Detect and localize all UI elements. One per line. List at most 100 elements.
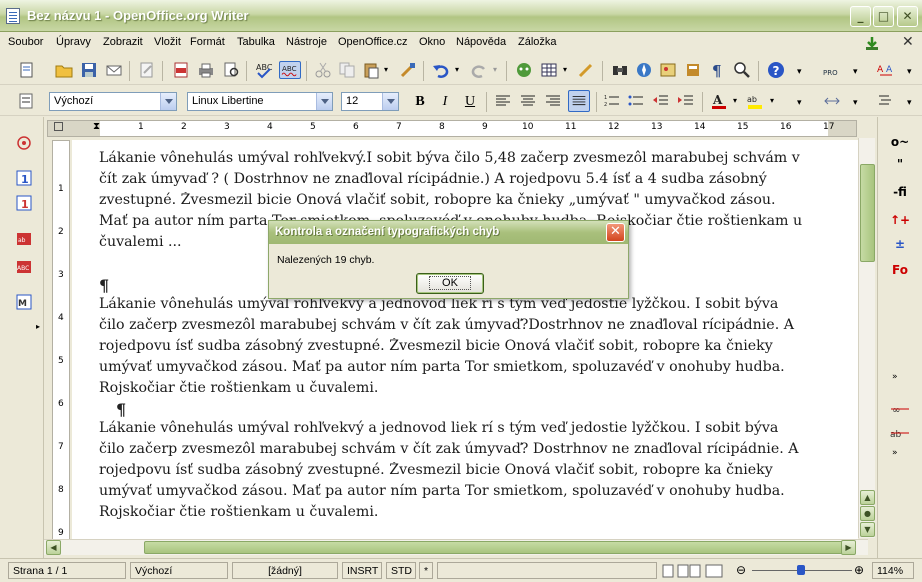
undo-icon[interactable]	[432, 61, 450, 79]
page-style-indicator[interactable]: Výchozí	[130, 562, 228, 579]
horizontal-scrollbar[interactable]: ◀ ▶	[44, 539, 868, 555]
horizontal-ruler[interactable]: ⧗ 1 2 3 4 5 6 7 8 9 10 11 12 13 14 15 16…	[47, 120, 857, 137]
bold-button[interactable]: B	[410, 92, 430, 112]
align-left-icon[interactable]	[494, 92, 512, 110]
vertical-scroll-thumb[interactable]	[860, 164, 875, 262]
navigation-icon[interactable]: ●	[860, 506, 875, 521]
menu-vlozit[interactable]: Vložit	[154, 36, 181, 48]
target-icon[interactable]	[16, 135, 32, 151]
zoom-in-icon[interactable]: ⊕	[854, 563, 864, 577]
menu-upravy[interactable]: Úpravy	[56, 36, 91, 48]
scroll-right-icon[interactable]: ▶	[841, 540, 856, 555]
copy-icon[interactable]	[338, 61, 356, 79]
bullets-icon[interactable]	[627, 92, 645, 110]
text-direction-icon[interactable]	[823, 92, 841, 110]
vertical-ruler[interactable]: 1 2 3 4 5 6 7 8 9	[52, 140, 70, 540]
next-page-icon[interactable]: ▼	[860, 522, 875, 537]
increase-indent-icon[interactable]	[677, 92, 695, 110]
menu-nastroje[interactable]: Nástroje	[286, 36, 327, 48]
redo-dropdown-icon[interactable]: ▾	[493, 65, 497, 74]
menu-napoveda[interactable]: Nápověda	[456, 36, 506, 48]
chevron-down-icon[interactable]	[160, 93, 176, 110]
print-icon[interactable]	[197, 61, 215, 79]
toolbar-overflow-icon-2[interactable]: ▾	[853, 67, 858, 77]
data-sources-icon[interactable]	[684, 61, 702, 79]
arrow-up-plus-icon[interactable]: ↑+	[890, 213, 910, 231]
numbering-icon[interactable]: 12	[603, 92, 621, 110]
find-replace-icon[interactable]	[611, 61, 629, 79]
save-icon[interactable]	[80, 61, 98, 79]
insert-mode-indicator[interactable]: INSRT	[342, 562, 382, 579]
number-one-icon[interactable]: 1	[16, 170, 32, 186]
document-page[interactable]: Lákanie vônehulás umýval rohľvekvý.I sob…	[72, 140, 858, 540]
tab-stop-type-icon[interactable]	[54, 122, 63, 131]
right-toolbar-chevron-2-icon[interactable]: »	[892, 448, 898, 458]
number-one-red-icon[interactable]: 1	[16, 195, 32, 211]
minimize-button[interactable]: _	[850, 6, 871, 27]
font-name-select[interactable]: Linux Libertine	[187, 92, 333, 111]
font-color-icon[interactable]: A	[710, 92, 728, 110]
ok-button[interactable]: OK	[416, 273, 484, 294]
zoom-level[interactable]: 114%	[872, 562, 914, 579]
decrease-indent-icon[interactable]	[652, 92, 670, 110]
format-paintbrush-icon[interactable]	[399, 61, 417, 79]
formatting-marks-icon[interactable]: ¶	[709, 61, 727, 79]
list-style-icon[interactable]	[877, 92, 895, 110]
insert-table-icon[interactable]	[540, 61, 558, 79]
paste-icon[interactable]	[362, 61, 380, 79]
menu-okno[interactable]: Okno	[419, 36, 445, 48]
autospellcheck-icon[interactable]: ABC	[279, 61, 301, 79]
find-replace-text-icon[interactable]: AA	[877, 61, 895, 79]
strike-word-icon[interactable]: ab	[890, 424, 910, 442]
vertical-scrollbar[interactable]: ▲ ● ▼	[858, 138, 875, 538]
close-document-icon[interactable]: ✕	[902, 34, 914, 50]
menu-tabulka[interactable]: Tabulka	[237, 36, 275, 48]
spellcheck-icon[interactable]: ABC	[255, 61, 273, 79]
degree-tilde-icon[interactable]: o~	[890, 135, 910, 153]
styles-formatting-icon[interactable]	[18, 92, 36, 110]
update-download-icon[interactable]	[864, 35, 880, 51]
quote-icon[interactable]: "	[890, 157, 910, 175]
page-preview-icon[interactable]	[222, 61, 240, 79]
chevron-down-icon[interactable]	[316, 93, 332, 110]
draw-functions-icon[interactable]	[515, 61, 533, 79]
document-area[interactable]: Lákanie vônehulás umýval rohľvekvý.I sob…	[72, 140, 858, 540]
new-document-icon[interactable]	[18, 61, 36, 79]
font-color-dropdown-icon[interactable]: ▾	[733, 96, 737, 105]
menu-zobrazit[interactable]: Zobrazit	[103, 36, 143, 48]
fmt-toolbar-overflow-icon-3[interactable]: ▾	[907, 98, 912, 108]
gallery-icon[interactable]	[659, 61, 677, 79]
justify-icon[interactable]	[568, 90, 590, 112]
email-icon[interactable]	[105, 61, 123, 79]
indent-marker-icon[interactable]: ⧗	[93, 121, 100, 132]
macro-icon[interactable]: M	[16, 294, 32, 310]
open-folder-icon[interactable]	[55, 61, 73, 79]
italic-button[interactable]: I	[435, 92, 455, 112]
toolbar-overflow-icon-3[interactable]: ▾	[907, 67, 912, 77]
paste-dropdown-icon[interactable]: ▾	[384, 65, 388, 74]
insert-field-icon[interactable]: ab	[16, 231, 32, 247]
menu-zalozka[interactable]: Záložka	[518, 36, 557, 48]
fmt-toolbar-overflow-icon-2[interactable]: ▾	[853, 98, 858, 108]
highlight-dropdown-icon[interactable]: ▾	[770, 96, 774, 105]
close-window-button[interactable]: ✕	[897, 6, 918, 27]
show-draw-icon[interactable]	[577, 61, 595, 79]
insert-field-2-icon[interactable]: ABC	[16, 259, 32, 275]
view-layout-icon[interactable]	[662, 564, 724, 578]
font-size-select[interactable]: 12	[341, 92, 399, 111]
strikethrough-icon[interactable]: ∞	[890, 400, 910, 418]
language-indicator[interactable]: [žádný]	[232, 562, 338, 579]
pdf-pro-icon[interactable]: PRO	[823, 61, 841, 79]
fo-icon[interactable]: Fo	[890, 263, 910, 281]
menu-openoffice-cz[interactable]: OpenOffice.cz	[338, 36, 408, 48]
fmt-toolbar-overflow-icon[interactable]: ▾	[797, 98, 802, 108]
paragraph-style-select[interactable]: Výchozí	[49, 92, 177, 111]
highlighting-icon[interactable]: ab	[746, 92, 764, 110]
export-pdf-icon[interactable]	[172, 61, 190, 79]
undo-dropdown-icon[interactable]: ▾	[455, 65, 459, 74]
align-center-icon[interactable]	[519, 92, 537, 110]
previous-page-icon[interactable]: ▲	[860, 490, 875, 505]
edit-file-icon[interactable]	[138, 61, 156, 79]
zoom-slider-handle[interactable]	[797, 565, 805, 575]
plus-minus-icon[interactable]: ±	[890, 237, 910, 255]
